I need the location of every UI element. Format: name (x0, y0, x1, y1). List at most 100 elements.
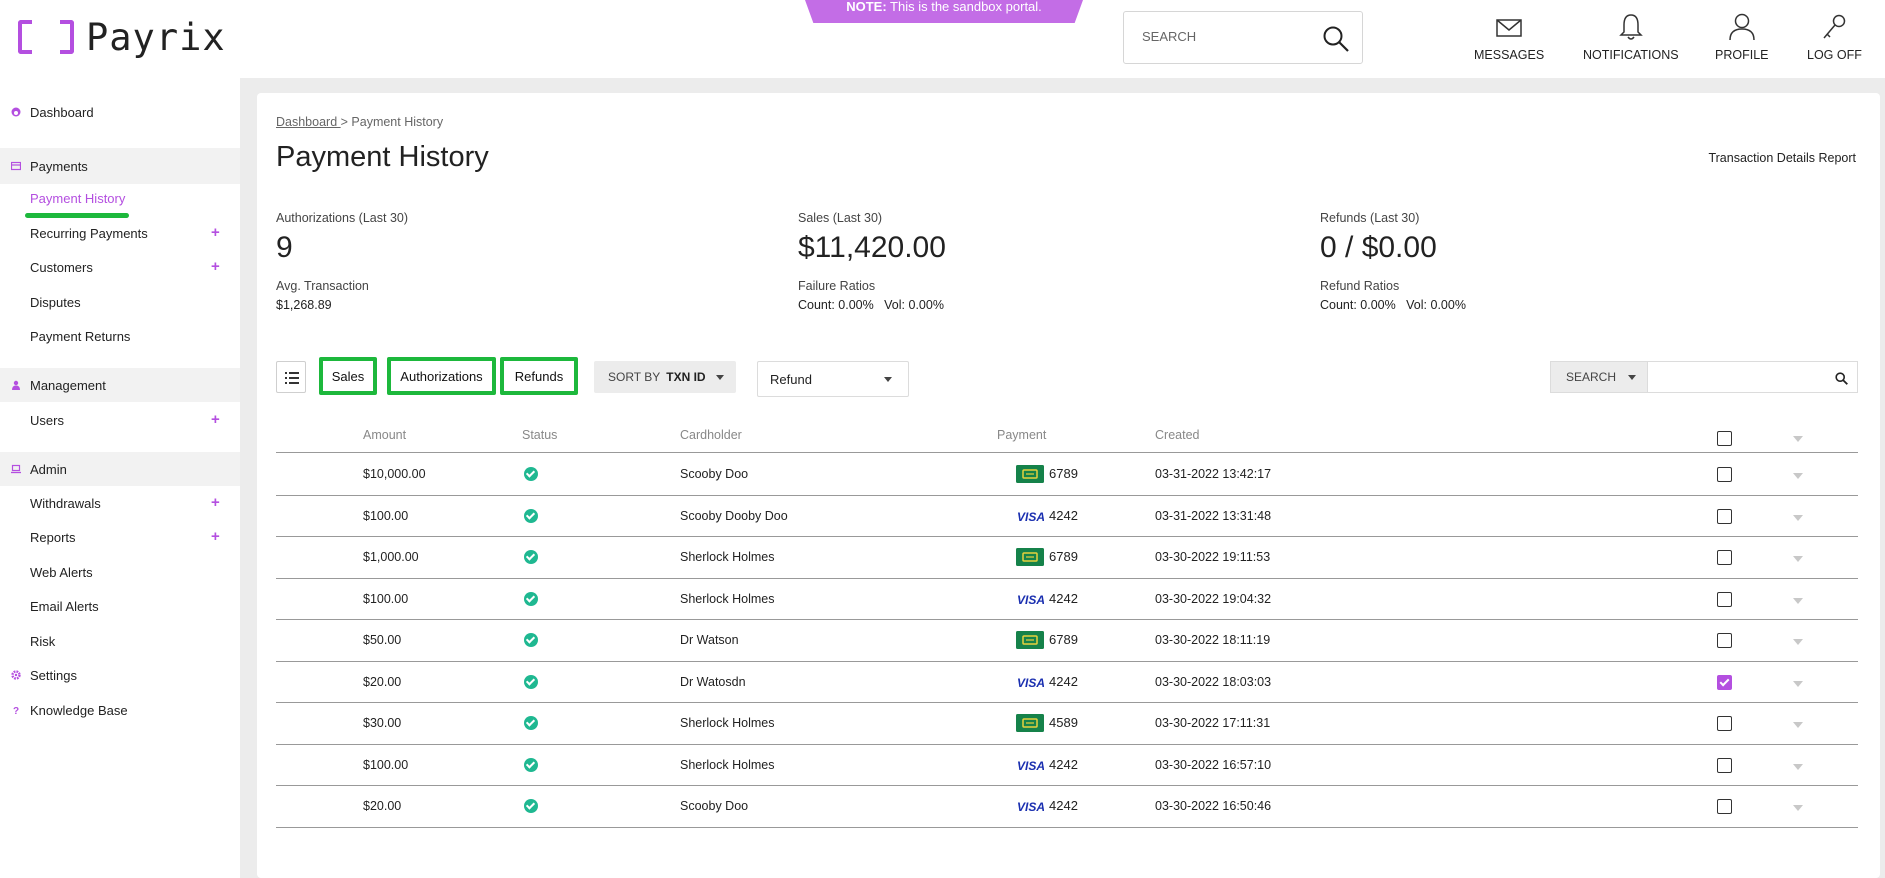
refunds-filter-button[interactable]: Refunds (500, 357, 578, 395)
table-row[interactable]: $10,000.00 Scooby Doo 6789 03-31-2022 13:42… (276, 454, 1858, 496)
table-row[interactable]: $100.00 Sherlock Holmes VISA 4242 03-30-2022… (276, 579, 1858, 620)
table-search-field-dropdown[interactable]: SEARCH (1550, 361, 1648, 393)
expand-plus-icon[interactable]: + (211, 528, 220, 545)
expand-plus-icon[interactable]: + (211, 258, 220, 275)
select-all-checkbox[interactable] (1717, 431, 1732, 446)
sidebar-item-email-alerts[interactable]: Email Alerts (0, 596, 240, 616)
profile-nav[interactable]: PROFILE (1715, 12, 1769, 62)
table-row[interactable]: $30.00 Sherlock Holmes 4589 03-30-2022 17:1… (276, 703, 1858, 745)
chevron-down-icon[interactable] (1793, 805, 1803, 811)
sales-stat: Sales (Last 30) $11,420.00 Failure Ratio… (798, 211, 946, 312)
card-icon (11, 161, 21, 171)
table-row[interactable]: $100.00 Sherlock Holmes VISA 4242 03-30-2022… (276, 745, 1858, 786)
sidebar-item-settings[interactable]: Settings (0, 665, 240, 685)
list-view-button[interactable] (276, 361, 306, 393)
sidebar-label: Admin (30, 461, 67, 477)
table-search-input[interactable] (1656, 362, 1826, 390)
table-row[interactable]: $100.00 Scooby Dooby Doo VISA 4242 03-31-202… (276, 496, 1858, 537)
chevron-down-icon (715, 374, 724, 380)
row-select-checkbox[interactable] (1717, 716, 1732, 731)
notifications-nav[interactable]: NOTIFICATIONS (1583, 12, 1679, 62)
amount-cell: $100.00 (363, 591, 409, 606)
row-select-checkbox[interactable] (1717, 508, 1732, 524)
table-row[interactable]: $1,000.00 Sherlock Holmes 6789 03-30-2022 1… (276, 537, 1858, 579)
sidebar-item-users[interactable]: Users + (0, 410, 240, 430)
column-header-amount[interactable]: Amount (363, 428, 406, 442)
sidebar-item-disputes[interactable]: Disputes (0, 292, 240, 312)
sidebar-item-management[interactable]: Management (0, 368, 240, 402)
column-header-payment[interactable]: Payment (997, 428, 1046, 442)
expand-plus-icon[interactable]: + (211, 494, 220, 511)
sidebar-item-web-alerts[interactable]: Web Alerts (0, 562, 240, 582)
expand-plus-icon[interactable]: + (211, 224, 220, 241)
column-header-created[interactable]: Created (1155, 428, 1199, 442)
transaction-details-report-link[interactable]: Transaction Details Report (1708, 151, 1856, 165)
row-select-checkbox[interactable] (1717, 467, 1732, 482)
sidebar-item-risk[interactable]: Risk (0, 631, 240, 651)
column-header-status[interactable]: Status (522, 428, 557, 442)
sales-filter-button[interactable]: Sales (319, 357, 377, 395)
chevron-down-icon[interactable] (1793, 473, 1803, 479)
table-row[interactable]: $50.00 Dr Watson 6789 03-30-2022 18:11:19 (276, 620, 1858, 662)
sidebar-label: Settings (30, 667, 77, 683)
chevron-down-icon[interactable] (1793, 639, 1803, 645)
sidebar-item-reports[interactable]: Reports + (0, 527, 240, 547)
chevron-down-icon[interactable] (1793, 680, 1803, 687)
cardholder-cell: Sherlock Holmes (680, 716, 775, 730)
logo-text: Payrix (86, 16, 226, 59)
generic-card-icon (1016, 631, 1044, 649)
messages-nav[interactable]: MESSAGES (1474, 12, 1544, 62)
top-header: Payrix NOTE: This is the sandbox portal.… (0, 0, 1885, 78)
chevron-down-icon[interactable] (1793, 722, 1803, 728)
chevron-down-icon[interactable] (1793, 763, 1803, 770)
sidebar-label: Management (30, 377, 106, 393)
expand-plus-icon[interactable]: + (211, 411, 220, 428)
sidebar-item-recurring-payments[interactable]: Recurring Payments + (0, 223, 240, 243)
cardholder-cell: Sherlock Holmes (680, 591, 775, 606)
sidebar-item-withdrawals[interactable]: Withdrawals + (0, 493, 240, 513)
list-icon (285, 372, 299, 384)
svg-text:VISA: VISA (1017, 800, 1044, 814)
chevron-down-icon[interactable] (1793, 556, 1803, 562)
payrix-logo[interactable]: Payrix (18, 16, 226, 59)
sidebar-item-admin[interactable]: Admin (0, 452, 240, 486)
search-icon[interactable] (1835, 372, 1848, 385)
row-select-checkbox[interactable] (1717, 633, 1732, 648)
chevron-down-icon[interactable] (1793, 597, 1803, 604)
sort-by-dropdown[interactable]: SORT BY TXN ID (594, 361, 736, 393)
person-icon (12, 380, 20, 390)
header-search-input[interactable] (1142, 29, 1302, 44)
authorizations-filter-button[interactable]: Authorizations (387, 357, 496, 395)
row-select-checkbox[interactable] (1717, 550, 1732, 565)
sidebar-item-customers[interactable]: Customers + (0, 257, 240, 277)
status-success-icon (524, 716, 538, 730)
sidebar-item-dashboard[interactable]: Dashboard (0, 101, 240, 123)
sidebar-label: Email Alerts (30, 598, 99, 614)
column-header-cardholder[interactable]: Cardholder (680, 428, 742, 442)
cardholder-cell: Sherlock Holmes (680, 757, 775, 772)
row-select-checkbox[interactable] (1717, 674, 1732, 690)
sidebar-item-knowledge-base[interactable]: ? Knowledge Base (0, 700, 240, 720)
search-icon[interactable] (1322, 25, 1350, 53)
transaction-type-select[interactable]: Refund (757, 361, 909, 397)
row-select-checkbox[interactable] (1717, 757, 1732, 773)
key-icon (1823, 14, 1846, 39)
created-cell: 03-30-2022 18:11:19 (1155, 633, 1271, 647)
table-row[interactable]: $20.00 Scooby Doo VISA 4242 03-30-2022 16:50… (276, 786, 1858, 828)
visa-card-icon: VISA (1017, 593, 1044, 607)
log-off-nav[interactable]: LOG OFF (1807, 12, 1862, 62)
messages-label: MESSAGES (1474, 48, 1545, 62)
sidebar-item-payments[interactable]: Payments (0, 148, 240, 184)
breadcrumb-dashboard-link[interactable]: Dashboard (276, 115, 341, 129)
sidebar-item-payment-returns[interactable]: Payment Returns (0, 326, 240, 346)
breadcrumb: Dashboard > Payment History (276, 115, 443, 129)
table-row[interactable]: $20.00 Dr Watosdn VISA 4242 03-30-2022 18:03… (276, 662, 1858, 703)
chevron-down-icon[interactable] (1793, 436, 1803, 442)
created-cell: 03-31-2022 13:31:48 (1155, 508, 1272, 523)
row-select-checkbox[interactable] (1717, 591, 1732, 607)
generic-card-icon (1016, 548, 1044, 566)
sidebar-item-payment-history[interactable]: Payment History (0, 188, 240, 208)
row-select-checkbox[interactable] (1717, 799, 1732, 814)
chevron-down-icon[interactable] (1793, 514, 1803, 521)
created-cell: 03-30-2022 19:04:32 (1155, 591, 1272, 606)
